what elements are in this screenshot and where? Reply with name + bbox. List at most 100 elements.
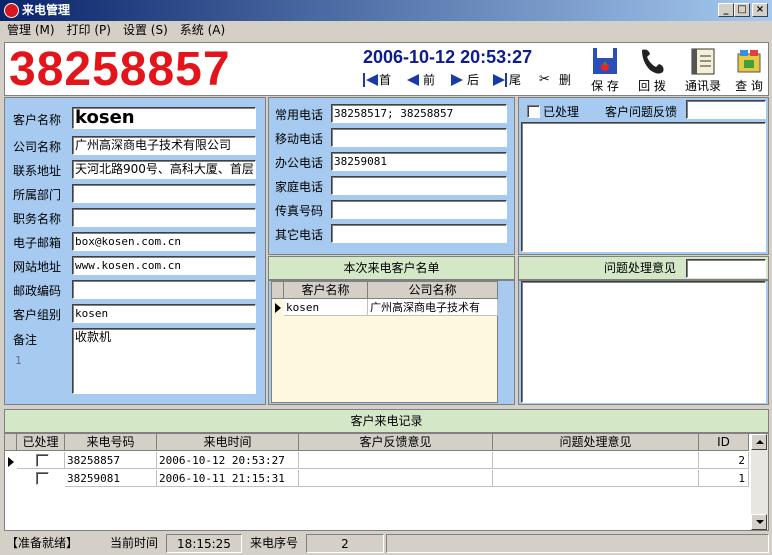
call-customers-header: 本次来电客户名单 bbox=[268, 256, 515, 280]
website-field[interactable]: www.kosen.com.cn bbox=[72, 256, 256, 275]
opinion-panel bbox=[518, 280, 769, 405]
delete-button[interactable]: ✂ 删 bbox=[539, 71, 571, 89]
company-field[interactable]: 广州高深商电子技术有限公司 bbox=[72, 136, 256, 155]
app-icon bbox=[4, 3, 19, 18]
call-customers-grid: 客户名称 公司名称 kosen 广州高深商电子技术有 bbox=[271, 281, 498, 403]
label-company: 公司名称 bbox=[13, 140, 62, 154]
col-id: ID bbox=[699, 434, 749, 451]
callback-button[interactable]: 回 拨 bbox=[630, 43, 674, 95]
status-time-label: 当前时间 bbox=[110, 536, 159, 550]
nav-prev-button[interactable]: 前 bbox=[407, 71, 435, 89]
nav-next-button[interactable]: 后 bbox=[451, 71, 479, 89]
call-id-cell[interactable]: 1 bbox=[699, 470, 749, 487]
status-time: 18:15:25 bbox=[166, 534, 242, 553]
last-arrow-icon bbox=[493, 74, 505, 86]
customer-name-field[interactable]: kosen bbox=[72, 107, 256, 129]
current-row-icon bbox=[8, 457, 14, 467]
address-field[interactable]: 天河北路900号、高科大厦、首层 bbox=[72, 160, 256, 179]
call-opinion-cell[interactable] bbox=[493, 452, 699, 469]
scroll-up-button[interactable] bbox=[751, 434, 767, 450]
group-field[interactable]: kosen bbox=[72, 304, 256, 323]
call-feedback-cell[interactable] bbox=[299, 452, 493, 469]
call-time-cell[interactable]: 2006-10-11 21:15:31 bbox=[157, 470, 299, 487]
status-bar: 【准备就绪】 当前时间 18:15:25 来电序号 2 bbox=[0, 532, 772, 555]
col-call-time: 来电时间 bbox=[157, 434, 299, 451]
label-fax: 传真号码 bbox=[275, 204, 324, 218]
zip-field[interactable] bbox=[72, 280, 256, 299]
opinion-title-field[interactable] bbox=[686, 259, 766, 278]
label-website: 网站地址 bbox=[13, 260, 62, 274]
status-empty-pane bbox=[386, 534, 769, 553]
minimize-button[interactable]: _ bbox=[718, 3, 734, 17]
label-email: 电子邮箱 bbox=[13, 236, 62, 250]
last-icon bbox=[505, 73, 507, 87]
col-company-name: 公司名称 bbox=[368, 282, 498, 299]
call-customers-panel: 客户名称 公司名称 kosen 广州高深商电子技术有 bbox=[268, 280, 515, 405]
col-processed: 已处理 bbox=[17, 434, 65, 451]
call-number-cell[interactable]: 38258857 bbox=[65, 452, 157, 469]
label-address: 联系地址 bbox=[13, 164, 62, 178]
home-phone-field[interactable] bbox=[331, 176, 507, 195]
opinion-text-area[interactable] bbox=[521, 281, 766, 403]
fax-field[interactable] bbox=[331, 200, 507, 219]
other-phone-field[interactable] bbox=[331, 224, 507, 243]
first-arrow-icon bbox=[366, 74, 378, 86]
mobile-field[interactable] bbox=[331, 128, 507, 147]
search-button[interactable]: 查 询 bbox=[727, 43, 771, 95]
title-field[interactable] bbox=[72, 208, 256, 227]
maximize-button[interactable]: □ bbox=[734, 3, 750, 17]
menu-settings[interactable]: 设置 (S) bbox=[118, 21, 173, 40]
nav-last-button[interactable]: 尾 bbox=[493, 71, 521, 89]
caller-banner: 38258857 2006-10-12 20:53:27 首 前 后 尾 ✂ 删 … bbox=[4, 42, 769, 96]
scroll-down-button[interactable] bbox=[751, 514, 767, 530]
processed-checkbox[interactable] bbox=[527, 105, 540, 118]
call-id-cell[interactable]: 2 bbox=[699, 452, 749, 469]
save-button[interactable]: 保 存 bbox=[583, 43, 627, 95]
feedback-panel: 已处理 客户问题反馈 bbox=[518, 97, 769, 255]
label-office: 办公电话 bbox=[275, 156, 324, 170]
menu-print[interactable]: 打印 (P) bbox=[62, 21, 116, 40]
chevron-up-icon bbox=[756, 440, 764, 444]
nav-first-button[interactable]: 首 bbox=[363, 71, 391, 89]
search-icon bbox=[737, 50, 761, 73]
col-feedback: 客户反馈意见 bbox=[299, 434, 493, 451]
vertical-scrollbar[interactable] bbox=[751, 434, 768, 530]
call-customer-name-cell[interactable]: kosen bbox=[284, 299, 368, 316]
call-customer-company-cell[interactable]: 广州高深商电子技术有 bbox=[368, 299, 498, 316]
customer-panel: 客户名称 kosen 公司名称 广州高深商电子技术有限公司 联系地址 天河北路9… bbox=[4, 97, 266, 405]
opinion-header: 问题处理意见 bbox=[518, 256, 769, 280]
label-zip: 邮政编码 bbox=[13, 284, 62, 298]
close-button[interactable]: × bbox=[752, 3, 768, 17]
menu-system[interactable]: 系统 (A) bbox=[175, 21, 230, 40]
floppy-icon bbox=[593, 48, 617, 74]
menu-manage[interactable]: 管理 (M) bbox=[2, 21, 60, 40]
label-common-phone: 常用电话 bbox=[275, 108, 324, 122]
contacts-button[interactable]: 通讯录 bbox=[681, 43, 725, 95]
col-opinion: 问题处理意见 bbox=[493, 434, 699, 451]
col-caller-number: 来电号码 bbox=[65, 434, 157, 451]
email-field[interactable]: box@kosen.com.cn bbox=[72, 232, 256, 251]
feedback-title-field[interactable] bbox=[686, 100, 766, 119]
address-book-icon bbox=[691, 48, 715, 75]
label-group: 客户组别 bbox=[13, 308, 62, 322]
delete-icon: ✂ bbox=[539, 72, 550, 87]
row-processed-checkbox[interactable] bbox=[36, 472, 49, 485]
feedback-text-area[interactable] bbox=[521, 122, 766, 252]
label-home: 家庭电话 bbox=[275, 180, 324, 194]
title-bar: 来电管理 _ □ × bbox=[0, 0, 772, 21]
note-field[interactable]: 收款机 bbox=[72, 328, 256, 394]
label-mobile: 移动电话 bbox=[275, 132, 324, 146]
call-number-cell[interactable]: 38259081 bbox=[65, 470, 157, 487]
office-phone-field[interactable]: 38259081 bbox=[331, 152, 507, 171]
chevron-down-icon bbox=[756, 520, 764, 524]
label-other: 其它电话 bbox=[275, 228, 324, 242]
table-cell bbox=[17, 452, 65, 469]
feedback-label: 客户问题反馈 bbox=[605, 105, 678, 119]
label-note: 备注 bbox=[13, 333, 38, 347]
call-feedback-cell[interactable] bbox=[299, 470, 493, 487]
call-log-grid: 已处理 来电号码 来电时间 客户反馈意见 问题处理意见 ID 38258857 … bbox=[4, 433, 769, 531]
common-phone-field[interactable]: 38258517; 38258857 bbox=[331, 104, 507, 123]
call-opinion-cell[interactable] bbox=[493, 470, 699, 487]
dept-field[interactable] bbox=[72, 184, 256, 203]
call-time-cell[interactable]: 2006-10-12 20:53:27 bbox=[157, 452, 299, 469]
